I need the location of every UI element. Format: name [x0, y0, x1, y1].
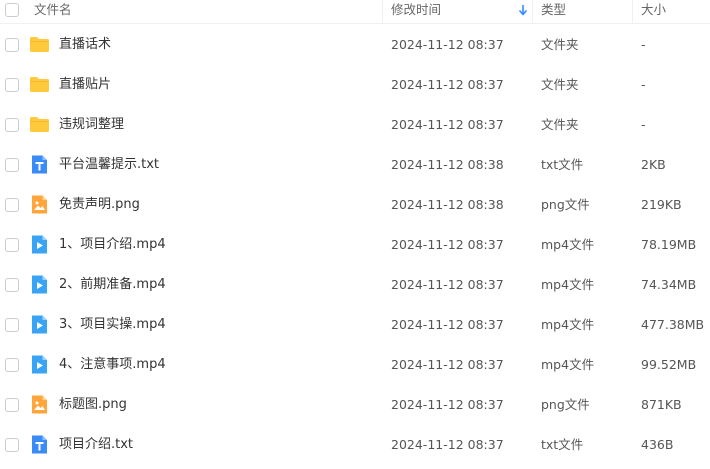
folder-icon: [29, 74, 50, 95]
file-type: txt文件: [541, 437, 584, 452]
file-size: 78.19MB: [641, 237, 697, 252]
file-name[interactable]: 直播贴片: [59, 65, 111, 105]
file-size: 436B: [641, 437, 674, 452]
image-file-icon: [29, 394, 50, 415]
text-file-icon: [29, 434, 50, 455]
row-checkbox[interactable]: [5, 158, 19, 172]
modified-time: 2024-11-12 08:37: [391, 317, 504, 332]
video-file-icon: [29, 314, 50, 335]
folder-icon: [29, 114, 50, 135]
text-file-icon: [29, 154, 50, 175]
file-row[interactable]: 违规词整理 2024-11-12 08:37 文件夹 -: [0, 105, 710, 145]
file-size: 74.34MB: [641, 277, 697, 292]
file-name[interactable]: 免责声明.png: [59, 185, 140, 225]
file-list-table: 文件名 修改时间 类型 大小 直播话术 2024-11-12 08:37 文件夹…: [0, 0, 710, 469]
file-size: 477.38MB: [641, 317, 705, 332]
row-checkbox[interactable]: [5, 78, 19, 92]
file-row[interactable]: 2、前期准备.mp4 2024-11-12 08:37 mp4文件 74.34M…: [0, 265, 710, 305]
file-row[interactable]: 4、注意事项.mp4 2024-11-12 08:37 mp4文件 99.52M…: [0, 345, 710, 385]
file-size: 219KB: [641, 197, 682, 212]
file-type: txt文件: [541, 157, 584, 172]
file-name[interactable]: 2、前期准备.mp4: [59, 265, 166, 305]
video-file-icon: [29, 354, 50, 375]
file-name[interactable]: 1、项目介绍.mp4: [59, 225, 166, 265]
column-divider[interactable]: [632, 0, 633, 24]
file-type: 文件夹: [541, 117, 579, 132]
modified-time: 2024-11-12 08:37: [391, 77, 504, 92]
file-row[interactable]: 直播话术 2024-11-12 08:37 文件夹 -: [0, 25, 710, 65]
file-row[interactable]: 标题图.png 2024-11-12 08:37 png文件 871KB: [0, 385, 710, 425]
file-size: -: [641, 117, 646, 132]
video-file-icon: [29, 274, 50, 295]
file-type: mp4文件: [541, 277, 595, 292]
column-divider[interactable]: [532, 0, 533, 24]
file-type: mp4文件: [541, 317, 595, 332]
column-header-time[interactable]: 修改时间: [391, 0, 441, 24]
arrow-down-icon[interactable]: [519, 4, 527, 16]
file-row[interactable]: 平台温馨提示.txt 2024-11-12 08:38 txt文件 2KB: [0, 145, 710, 185]
file-type: png文件: [541, 197, 590, 212]
modified-time: 2024-11-12 08:37: [391, 277, 504, 292]
file-row[interactable]: 1、项目介绍.mp4 2024-11-12 08:37 mp4文件 78.19M…: [0, 225, 710, 265]
modified-time: 2024-11-12 08:37: [391, 237, 504, 252]
file-size: 99.52MB: [641, 357, 697, 372]
file-type: 文件夹: [541, 37, 579, 52]
file-row[interactable]: 直播贴片 2024-11-12 08:37 文件夹 -: [0, 65, 710, 105]
column-divider[interactable]: [382, 0, 383, 24]
file-name[interactable]: 标题图.png: [59, 385, 127, 425]
image-file-icon: [29, 194, 50, 215]
row-checkbox[interactable]: [5, 398, 19, 412]
select-all-checkbox[interactable]: [5, 3, 19, 17]
modified-time: 2024-11-12 08:38: [391, 157, 504, 172]
file-list-header: 文件名 修改时间 类型 大小: [0, 0, 710, 24]
file-row[interactable]: 3、项目实操.mp4 2024-11-12 08:37 mp4文件 477.38…: [0, 305, 710, 345]
column-header-name[interactable]: 文件名: [34, 0, 72, 24]
modified-time: 2024-11-12 08:38: [391, 197, 504, 212]
column-header-size[interactable]: 大小: [641, 0, 666, 24]
file-name[interactable]: 3、项目实操.mp4: [59, 305, 166, 345]
file-name[interactable]: 违规词整理: [59, 105, 124, 145]
file-type: 文件夹: [541, 77, 579, 92]
row-checkbox[interactable]: [5, 278, 19, 292]
row-checkbox[interactable]: [5, 438, 19, 452]
file-name[interactable]: 4、注意事项.mp4: [59, 345, 166, 385]
file-type: mp4文件: [541, 357, 595, 372]
modified-time: 2024-11-12 08:37: [391, 437, 504, 452]
row-checkbox[interactable]: [5, 238, 19, 252]
modified-time: 2024-11-12 08:37: [391, 117, 504, 132]
column-header-type[interactable]: 类型: [541, 0, 566, 24]
file-name[interactable]: 直播话术: [59, 25, 111, 65]
file-size: 2KB: [641, 157, 666, 172]
row-checkbox[interactable]: [5, 198, 19, 212]
row-checkbox[interactable]: [5, 38, 19, 52]
file-size: 871KB: [641, 397, 682, 412]
modified-time: 2024-11-12 08:37: [391, 357, 504, 372]
row-checkbox[interactable]: [5, 318, 19, 332]
file-type: png文件: [541, 397, 590, 412]
file-size: -: [641, 77, 646, 92]
modified-time: 2024-11-12 08:37: [391, 397, 504, 412]
file-row[interactable]: 项目介绍.txt 2024-11-12 08:37 txt文件 436B: [0, 425, 710, 465]
video-file-icon: [29, 234, 50, 255]
row-checkbox[interactable]: [5, 358, 19, 372]
folder-icon: [29, 34, 50, 55]
file-name[interactable]: 平台温馨提示.txt: [59, 145, 159, 185]
file-name[interactable]: 项目介绍.txt: [59, 425, 133, 465]
row-checkbox[interactable]: [5, 118, 19, 132]
modified-time: 2024-11-12 08:37: [391, 37, 504, 52]
file-size: -: [641, 37, 646, 52]
file-type: mp4文件: [541, 237, 595, 252]
file-row[interactable]: 免责声明.png 2024-11-12 08:38 png文件 219KB: [0, 185, 710, 225]
